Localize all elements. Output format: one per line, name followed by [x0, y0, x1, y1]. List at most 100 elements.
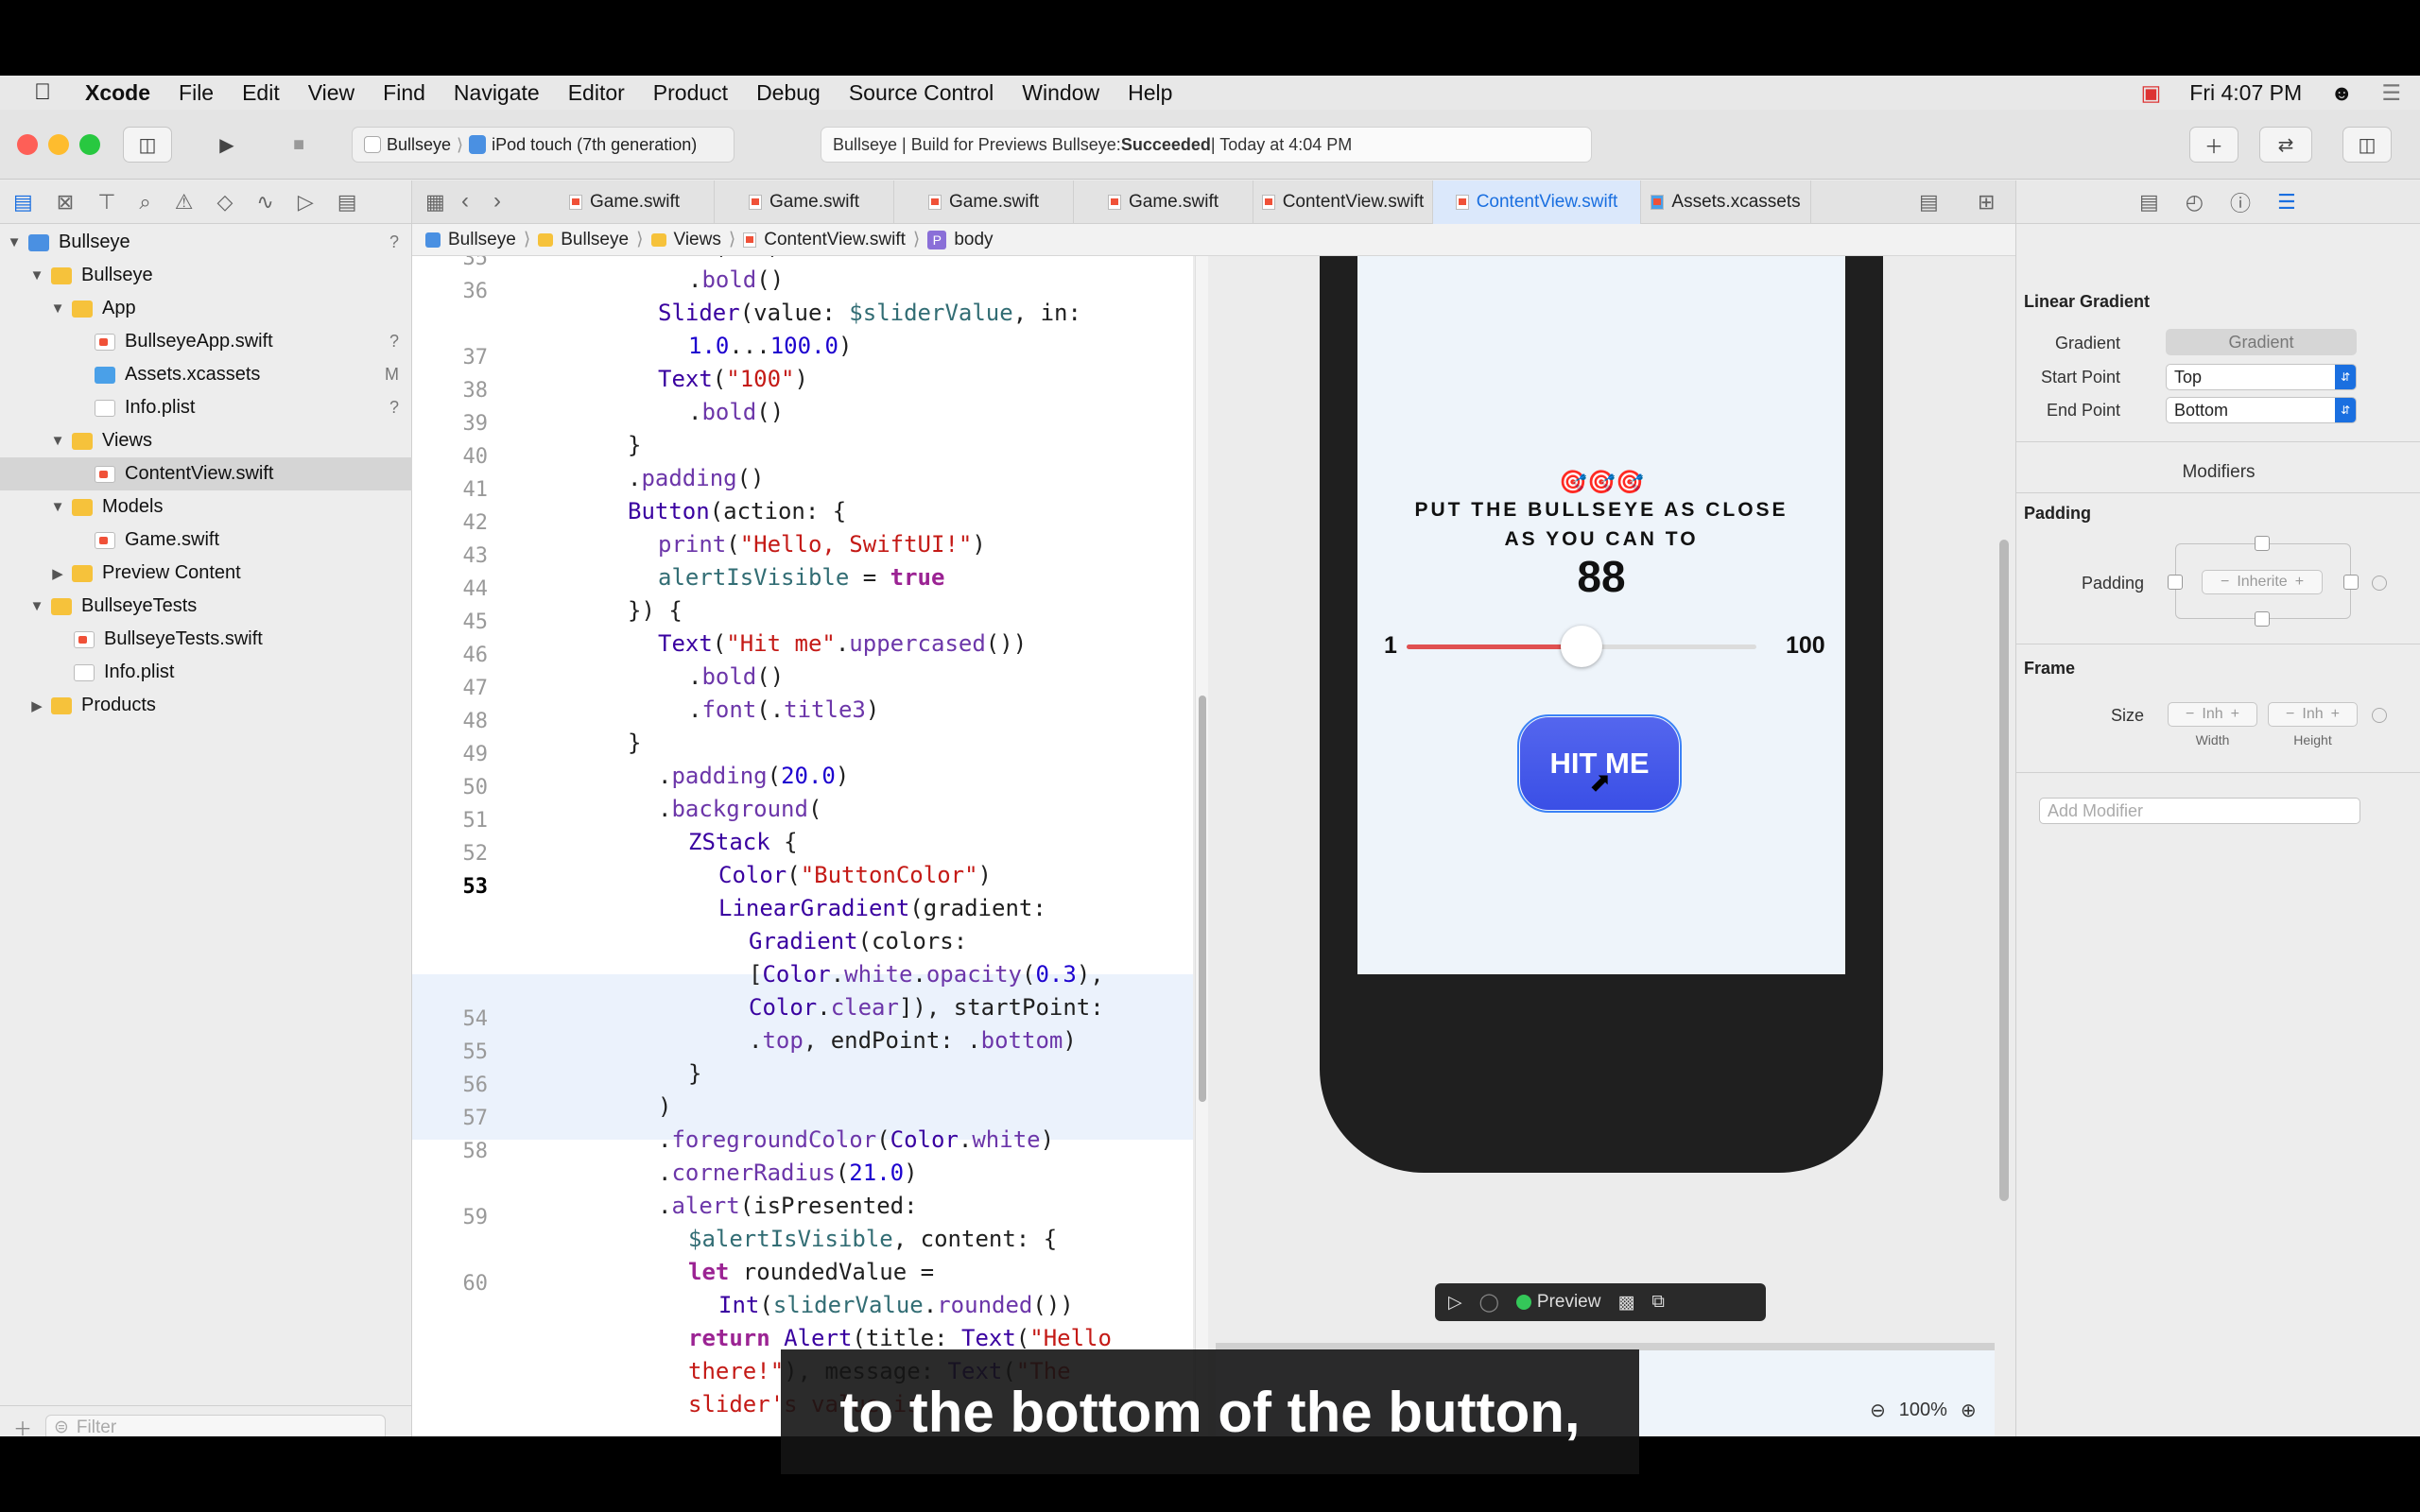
preview-toggle[interactable]: Preview	[1515, 1292, 1600, 1313]
jump-symbol[interactable]: body	[954, 230, 993, 250]
minus-icon[interactable]: −	[2286, 706, 2294, 723]
inspect-icon[interactable]: ◯	[1479, 1292, 1499, 1314]
disclosure-open-icon[interactable]: ▼	[49, 433, 66, 449]
tree-item-group[interactable]: ▼ BullseyeTests	[0, 590, 412, 623]
zoom-in-icon[interactable]: ⊕	[1961, 1399, 1977, 1422]
add-editor-icon[interactable]: ⊞	[1978, 190, 1995, 215]
menu-debug[interactable]: Debug	[756, 80, 821, 106]
apple-icon[interactable]: 	[0, 79, 85, 106]
tree-item-project[interactable]: ▼ Bullseye ?	[0, 226, 412, 259]
hierarchy-icon[interactable]: ⊤	[97, 190, 115, 215]
disclosure-closed-icon[interactable]: ▶	[49, 565, 66, 582]
menu-window[interactable]: Window	[1022, 80, 1099, 106]
menu-find[interactable]: Find	[383, 80, 425, 106]
grid-icon[interactable]: ▦	[425, 190, 445, 215]
list-icon[interactable]: ☰	[2381, 80, 2401, 106]
screen-record-icon[interactable]: ▣	[2141, 80, 2162, 106]
tree-item-file[interactable]: BullseyeApp.swift ?	[0, 325, 412, 358]
padding-trailing-checkbox[interactable]	[2343, 575, 2359, 590]
padding-radio[interactable]	[2372, 576, 2387, 591]
file-inspector-icon[interactable]: ▤	[2139, 190, 2159, 215]
menu-file[interactable]: File	[179, 80, 214, 106]
tree-item-group[interactable]: ▶ Products	[0, 689, 412, 722]
menubar-clock[interactable]: Fri 4:07 PM	[2189, 80, 2302, 106]
height-stepper[interactable]: − Inh +	[2268, 702, 2358, 727]
gradient-button[interactable]: Gradient	[2166, 329, 2357, 355]
plus-icon[interactable]: +	[2231, 706, 2239, 723]
debug-icon[interactable]: ∿	[256, 190, 273, 215]
tree-item-file[interactable]: Assets.xcassets M	[0, 358, 412, 391]
menu-editor[interactable]: Editor	[568, 80, 625, 106]
add-icon[interactable]: ＋	[13, 1414, 32, 1436]
editor-scrollbar[interactable]	[1195, 256, 1208, 1436]
menu-app[interactable]: Xcode	[85, 80, 150, 106]
padding-leading-checkbox[interactable]	[2168, 575, 2183, 590]
canvas-scrollbar[interactable]	[1995, 256, 2015, 1436]
tree-item-file[interactable]: Info.plist ?	[0, 391, 412, 424]
stop-button[interactable]: ■	[274, 127, 323, 163]
inspector-toggle-button[interactable]: ◫	[2342, 127, 2392, 163]
menu-navigate[interactable]: Navigate	[454, 80, 540, 106]
plus-icon[interactable]: +	[2295, 574, 2304, 591]
scheme-selector[interactable]: Bullseye ⟩ iPod touch (7th generation)	[352, 127, 735, 163]
disclosure-open-icon[interactable]: ▼	[28, 598, 45, 614]
forward-icon[interactable]: ›	[493, 188, 501, 215]
tree-item-file-selected[interactable]: ContentView.swift	[0, 457, 412, 490]
tab-game[interactable]: Game.swift	[535, 180, 715, 224]
tree-item-group[interactable]: ▼ Bullseye	[0, 259, 412, 292]
tree-item-group[interactable]: ▼ App	[0, 292, 412, 325]
tree-item-file[interactable]: Game.swift	[0, 524, 412, 557]
slider-knob[interactable]	[1561, 626, 1602, 667]
jump-file[interactable]: ContentView.swift	[764, 230, 906, 250]
history-icon[interactable]: ◴	[2186, 190, 2204, 215]
scrollbar-thumb[interactable]	[1199, 696, 1206, 1102]
close-window-button[interactable]	[17, 134, 38, 155]
device-settings-icon[interactable]: ▩	[1617, 1292, 1634, 1314]
source-control-icon[interactable]: ⊠	[57, 190, 74, 215]
disclosure-open-icon[interactable]: ▼	[49, 499, 66, 515]
size-radio[interactable]	[2372, 708, 2387, 723]
tree-item-group[interactable]: ▶ Preview Content	[0, 557, 412, 590]
tab-game[interactable]: Game.swift	[715, 180, 894, 224]
minimize-window-button[interactable]	[48, 134, 69, 155]
editor-options-icon[interactable]: ▤	[1919, 190, 1939, 215]
jump-project[interactable]: Bullseye	[448, 230, 516, 250]
tree-item-group[interactable]: ▼ Views	[0, 424, 412, 457]
run-button[interactable]: ▶	[202, 127, 251, 163]
disclosure-open-icon[interactable]: ▼	[6, 234, 23, 250]
minus-icon[interactable]: −	[2186, 706, 2194, 723]
menu-edit[interactable]: Edit	[242, 80, 280, 106]
start-point-select[interactable]: Top ⇵	[2166, 364, 2357, 390]
code-review-button[interactable]: ⇄	[2259, 127, 2312, 163]
width-stepper[interactable]: − Inh +	[2168, 702, 2257, 727]
filter-input[interactable]: ⊜ Filter	[45, 1414, 386, 1436]
scrollbar-thumb[interactable]	[1999, 540, 2009, 1201]
search-icon[interactable]: ⌕	[139, 190, 150, 215]
library-button[interactable]: ＋	[2189, 127, 2238, 163]
user-icon[interactable]: ☻	[2330, 80, 2353, 106]
padding-bottom-checkbox[interactable]	[2255, 611, 2270, 627]
padding-top-checkbox[interactable]	[2255, 536, 2270, 551]
menu-help[interactable]: Help	[1128, 80, 1172, 106]
zoom-level[interactable]: 100%	[1899, 1400, 1947, 1421]
report-icon[interactable]: ▤	[337, 190, 357, 215]
tab-game[interactable]: Game.swift	[894, 180, 1074, 224]
zoom-window-button[interactable]	[79, 134, 100, 155]
device-name[interactable]: iPod touch (7th generation)	[492, 135, 697, 155]
tree-item-file[interactable]: BullseyeTests.swift	[0, 623, 412, 656]
disclosure-closed-icon[interactable]: ▶	[28, 697, 45, 714]
end-point-select[interactable]: Bottom ⇵	[2166, 397, 2357, 423]
menu-product[interactable]: Product	[653, 80, 728, 106]
live-preview-icon[interactable]: ▷	[1448, 1292, 1462, 1314]
disclosure-open-icon[interactable]: ▼	[28, 267, 45, 284]
menu-source-control[interactable]: Source Control	[849, 80, 994, 106]
padding-stepper[interactable]: − Inherite +	[2202, 570, 2323, 594]
attributes-icon[interactable]: ☰	[2277, 190, 2296, 215]
minus-icon[interactable]: −	[2221, 574, 2229, 591]
tab-assets[interactable]: Assets.xcassets	[1641, 180, 1811, 224]
duplicate-preview-icon[interactable]: ⧉	[1651, 1292, 1665, 1313]
warning-icon[interactable]: ⚠	[175, 190, 194, 215]
back-icon[interactable]: ‹	[461, 188, 469, 215]
test-icon[interactable]: ◇	[216, 190, 233, 215]
code-editor[interactable]: 35 36 37 38 39 40 41 42 43 44 45 46 47 4…	[412, 256, 1193, 1436]
